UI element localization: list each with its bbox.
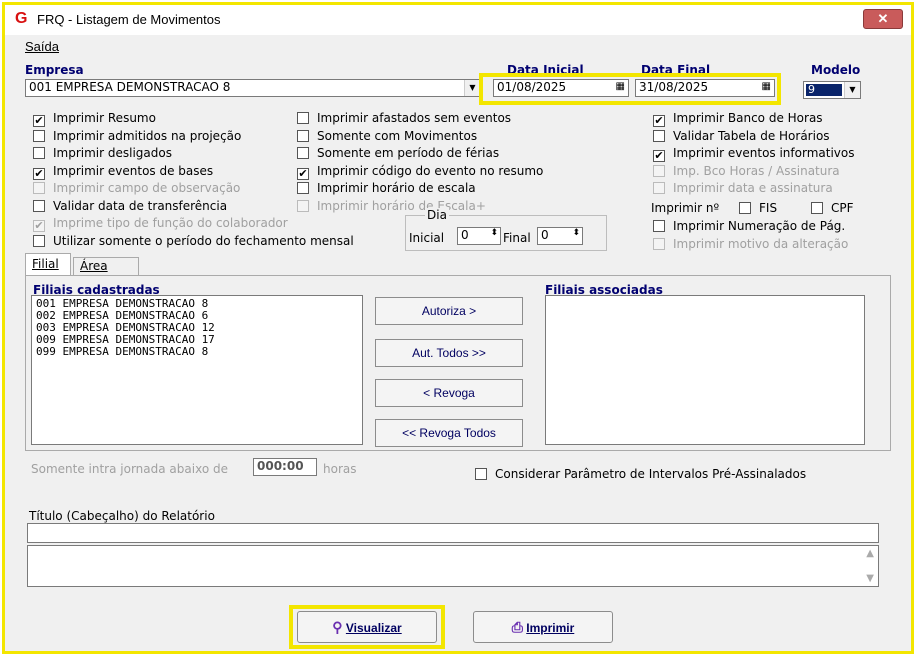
close-icon: ✕ xyxy=(877,11,889,26)
intra-label: Somente intra jornada abaixo de xyxy=(31,462,228,476)
option-checkbox[interactable]: Imprimir horário de escala xyxy=(297,181,476,195)
tab-filial[interactable]: Filial xyxy=(25,253,71,275)
option-checkbox: Imprimir data e assinatura xyxy=(653,181,833,195)
titulo-label: Título (Cabeçalho) do Relatório xyxy=(29,509,215,523)
visualizar-highlight xyxy=(289,605,445,649)
option-checkbox[interactable]: ✔ Imprimir Banco de Horas xyxy=(653,111,823,127)
option-checkbox[interactable]: Imprimir desligados xyxy=(33,146,172,160)
option-checkbox: Imprimir horário de Escala+ xyxy=(297,199,486,213)
empresa-select[interactable]: 001 EMPRESA DEMONSTRACAO 8 ▼ xyxy=(25,79,481,97)
spinner-arrows-icon[interactable]: ⬍ xyxy=(490,228,498,238)
imprimir-n-label: Imprimir nº xyxy=(651,201,720,215)
cpf-checkbox[interactable]: CPF xyxy=(811,201,854,215)
list-item[interactable]: 099 EMPRESA DEMONSTRACAO 8 xyxy=(36,346,358,358)
dia-final-label: Final xyxy=(503,231,531,245)
option-checkbox[interactable]: Imprimir afastados sem eventos xyxy=(297,111,511,125)
option-checkbox[interactable]: Somente com Movimentos xyxy=(297,129,477,143)
option-checkbox[interactable]: ✔ Imprimir eventos de bases xyxy=(33,164,213,180)
printer-icon: ⎙ xyxy=(511,619,523,635)
fis-checkbox[interactable]: FIS xyxy=(739,201,777,215)
chevron-down-icon: ▼ xyxy=(464,80,480,96)
filiais-cadastradas-list[interactable]: 001 EMPRESA DEMONSTRACAO 8 002 EMPRESA DE… xyxy=(31,295,363,445)
option-checkbox[interactable]: Imprimir Numeração de Pág. xyxy=(653,219,845,233)
date-highlight xyxy=(479,73,781,105)
dia-inicial-label: Inicial xyxy=(409,231,445,245)
scroll-down-icon[interactable]: ▼ xyxy=(866,573,874,584)
spinner-arrows-icon[interactable]: ⬍ xyxy=(572,228,580,238)
scroll-up-icon[interactable]: ▲ xyxy=(866,548,874,559)
titulo-input[interactable] xyxy=(27,523,879,543)
modelo-value: 9 xyxy=(806,84,842,96)
intra-field[interactable]: 000:00 xyxy=(253,458,317,476)
option-checkbox: ✔ Imprime tipo de função do colaborador xyxy=(33,216,288,232)
menu-bar: Saída xyxy=(5,35,911,57)
option-checkbox[interactable]: Imprimir admitidos na projeção xyxy=(33,129,241,143)
empresa-value: 001 EMPRESA DEMONSTRACAO 8 xyxy=(29,80,231,94)
close-button[interactable]: ✕ xyxy=(863,9,903,29)
chevron-down-icon: ▼ xyxy=(844,82,860,98)
filiais-associadas-list[interactable] xyxy=(545,295,865,445)
tab-area[interactable]: Área xyxy=(73,257,139,275)
app-logo-icon: G xyxy=(15,10,28,27)
window-title: FRQ - Listagem de Movimentos xyxy=(37,12,221,27)
option-checkbox[interactable]: ✔ Imprimir eventos informativos xyxy=(653,146,854,162)
option-checkbox[interactable]: ✔ Imprimir código do evento no resumo xyxy=(297,164,543,180)
option-checkbox: Imp. Bco Horas / Assinatura xyxy=(653,164,840,178)
window-frame: G FRQ - Listagem de Movimentos ✕ Saída E… xyxy=(2,2,914,654)
title-bar: G FRQ - Listagem de Movimentos ✕ xyxy=(5,5,911,35)
dia-inicial-spinner[interactable]: 0 ⬍ xyxy=(457,227,501,245)
dia-label: Dia xyxy=(425,208,449,222)
option-checkbox: Imprimir campo de observação xyxy=(33,181,240,195)
empresa-label: Empresa xyxy=(25,63,84,77)
aut-todos-button[interactable]: Aut. Todos >> xyxy=(375,339,523,367)
modelo-select[interactable]: 9 ▼ xyxy=(803,81,861,99)
menu-item-saida[interactable]: Saída xyxy=(25,39,59,54)
option-checkbox[interactable]: Utilizar somente o período do fechamento… xyxy=(33,234,354,248)
intra-suffix: horas xyxy=(323,462,357,476)
modelo-label: Modelo xyxy=(811,63,861,77)
considerar-checkbox[interactable]: Considerar Parâmetro de Intervalos Pré-A… xyxy=(475,467,806,481)
option-checkbox[interactable]: Validar Tabela de Horários xyxy=(653,129,830,143)
revoga-todos-button[interactable]: << Revoga Todos xyxy=(375,419,523,447)
imprimir-button[interactable]: ⎙ Imprimir xyxy=(473,611,613,643)
dia-final-spinner[interactable]: 0 ⬍ xyxy=(537,227,583,245)
option-checkbox: Imprimir motivo da alteração xyxy=(653,237,848,251)
titulo-textarea[interactable]: ▲ ▼ xyxy=(27,545,879,587)
revoga-button[interactable]: < Revoga xyxy=(375,379,523,407)
option-checkbox[interactable]: ✔ Imprimir Resumo xyxy=(33,111,156,127)
option-checkbox[interactable]: Validar data de transferência xyxy=(33,199,227,213)
option-checkbox[interactable]: Somente em período de férias xyxy=(297,146,499,160)
autoriza-button[interactable]: Autoriza > xyxy=(375,297,523,325)
